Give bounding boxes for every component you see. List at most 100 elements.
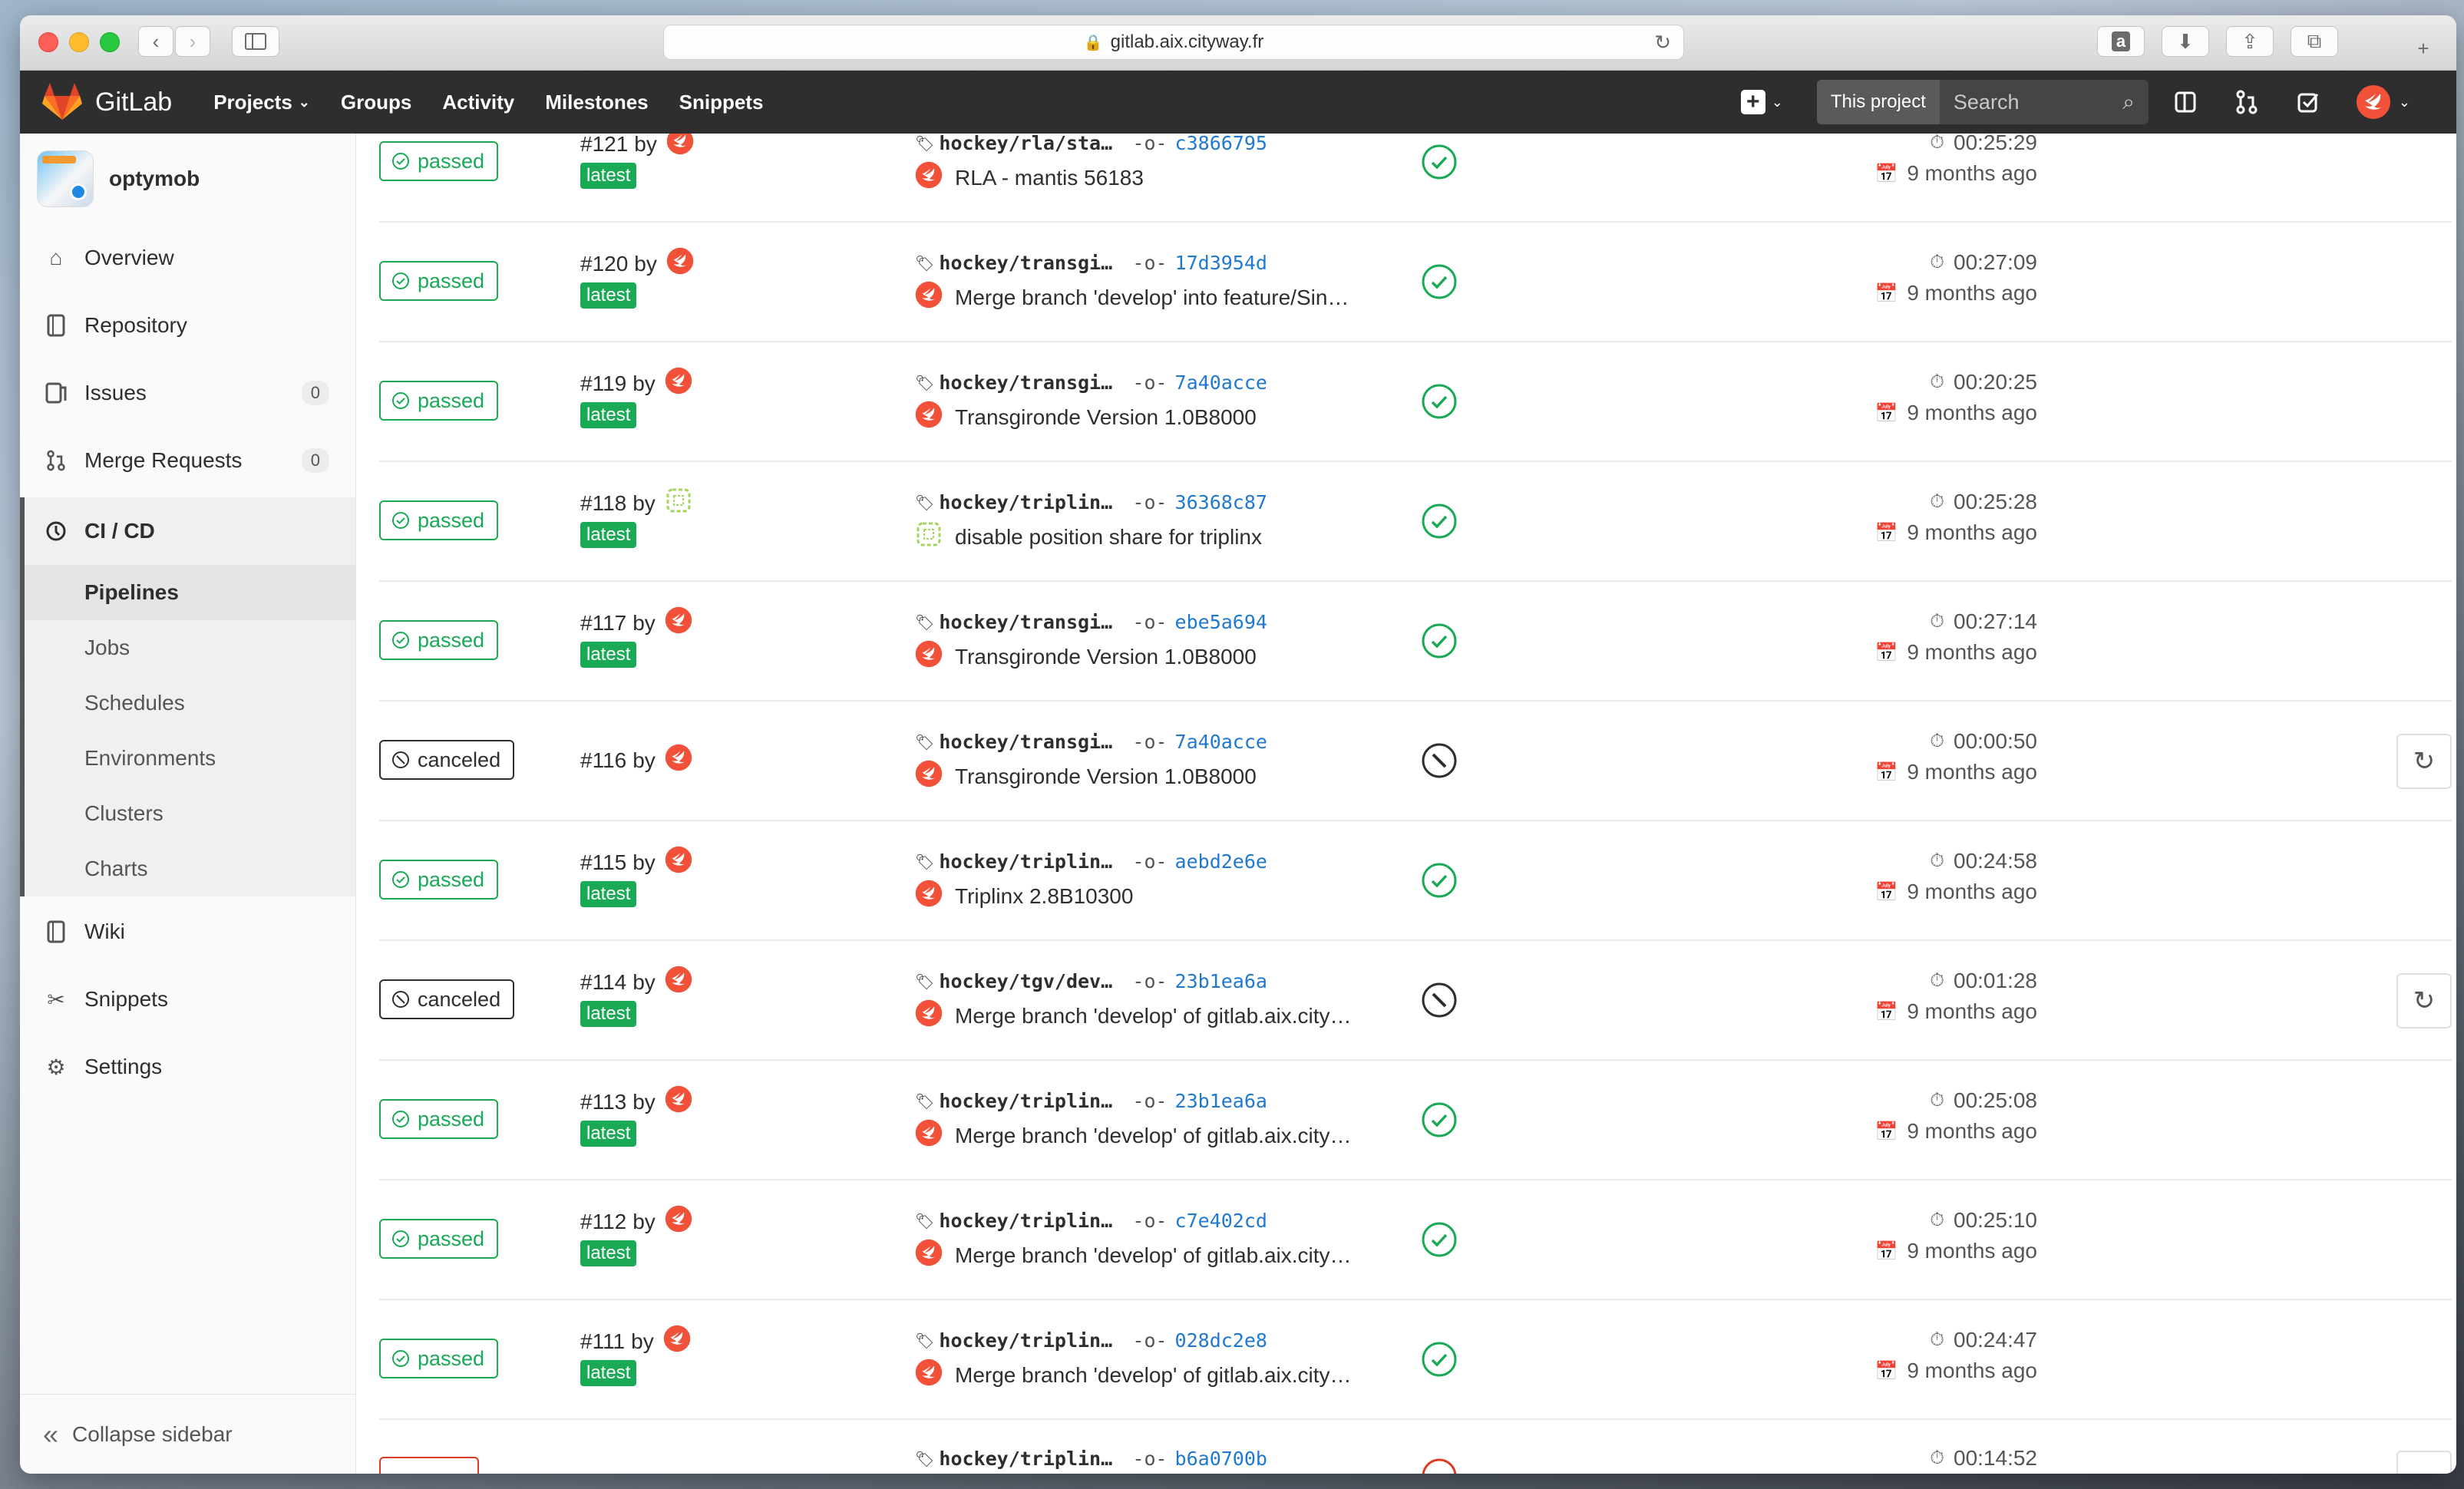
stage-status-icon[interactable]	[1422, 384, 1457, 423]
pipeline-id-link[interactable]: #111	[580, 1329, 625, 1354]
commit-sha-link[interactable]: 36368c87	[1175, 491, 1267, 513]
ref-name-link[interactable]: hockey/transgi…	[939, 252, 1120, 274]
stage-status-icon[interactable]	[1422, 623, 1457, 662]
commit-sha-link[interactable]: 028dc2e8	[1175, 1329, 1267, 1352]
commit-sha-link[interactable]: c7e402cd	[1175, 1210, 1267, 1232]
commit-sha-link[interactable]: 17d3954d	[1175, 252, 1267, 274]
pipeline-id-link[interactable]: #113	[580, 1090, 626, 1114]
stage-status-icon[interactable]	[1422, 264, 1457, 303]
pipeline-id-link[interactable]: #120	[580, 252, 628, 276]
avatar[interactable]	[915, 161, 943, 194]
collapse-sidebar-button[interactable]: « Collapse sidebar	[20, 1394, 355, 1474]
status-badge[interactable]: canceled	[379, 979, 515, 1019]
forward-button[interactable]: ›	[175, 26, 210, 57]
sidebar-item-cicd[interactable]: CI / CD	[25, 497, 355, 565]
sidebar-subitem-clusters[interactable]: Clusters	[25, 786, 355, 841]
search-scope-label[interactable]: This project	[1816, 80, 1940, 124]
new-dropdown-button[interactable]: + ⌄	[1740, 90, 1783, 114]
amazon-extension-button[interactable]: a	[2097, 26, 2145, 57]
commit-title-link[interactable]: Merge branch 'develop' of gitlab.aix.cit…	[955, 1124, 1352, 1148]
merge-requests-icon[interactable]	[2233, 88, 2261, 116]
back-button[interactable]: ‹	[138, 26, 173, 57]
avatar[interactable]	[665, 487, 692, 520]
avatar[interactable]	[915, 640, 943, 673]
avatar[interactable]	[915, 1239, 943, 1272]
pipeline-id-link[interactable]: #112	[580, 1210, 626, 1234]
sidebar-subitem-charts[interactable]: Charts	[25, 841, 355, 896]
ref-name-link[interactable]: hockey/triplin…	[939, 1090, 1120, 1112]
avatar[interactable]	[665, 1085, 692, 1118]
commit-title-link[interactable]: Transgironde Version 1.0B8000	[955, 405, 1257, 430]
avatar[interactable]	[665, 367, 692, 400]
ref-name-link[interactable]: hockey/transgi…	[939, 731, 1120, 753]
ref-name-link[interactable]: hockey/triplin…	[939, 850, 1120, 873]
sidebar-item-overview[interactable]: ⌂ Overview	[20, 224, 355, 292]
ref-name-link[interactable]: hockey/rla/sta…	[939, 134, 1120, 154]
pipeline-id-link[interactable]: #121	[580, 134, 628, 157]
avatar[interactable]	[915, 1119, 943, 1152]
todos-icon[interactable]	[2294, 88, 2322, 116]
pipeline-id-link[interactable]: #116	[580, 748, 626, 773]
user-menu[interactable]: ⌄	[2356, 84, 2410, 120]
avatar[interactable]	[665, 846, 692, 879]
pipeline-id-link[interactable]: #115	[580, 850, 626, 875]
avatar[interactable]	[915, 999, 943, 1032]
status-badge[interactable]	[379, 1457, 479, 1474]
commit-sha-link[interactable]: c3866795	[1175, 134, 1267, 154]
status-badge[interactable]: passed	[379, 1339, 499, 1378]
stage-status-icon[interactable]	[1422, 1222, 1457, 1261]
stage-status-icon[interactable]	[1422, 503, 1457, 543]
sidebar-toggle-button[interactable]	[232, 26, 279, 57]
avatar[interactable]	[666, 134, 694, 160]
ref-name-link[interactable]: hockey/tgv/dev…	[939, 970, 1120, 992]
nav-milestones[interactable]: Milestones	[545, 91, 648, 114]
avatar[interactable]	[665, 606, 692, 639]
sidebar-subitem-environments[interactable]: Environments	[25, 731, 355, 786]
nav-snippets[interactable]: Snippets	[679, 91, 764, 114]
status-badge[interactable]: canceled	[379, 740, 515, 780]
avatar[interactable]	[666, 247, 694, 280]
commit-sha-link[interactable]: 7a40acce	[1175, 371, 1267, 394]
reload-icon[interactable]: ↻	[1654, 31, 1671, 54]
pipeline-id-link[interactable]: #114	[580, 970, 626, 995]
ref-name-link[interactable]: hockey/triplin…	[939, 1210, 1120, 1232]
avatar[interactable]	[915, 281, 943, 314]
commit-sha-link[interactable]: aebd2e6e	[1175, 850, 1267, 873]
stage-status-icon[interactable]	[1422, 144, 1457, 183]
avatar[interactable]	[915, 880, 943, 913]
ref-name-link[interactable]: hockey/triplin…	[939, 491, 1120, 513]
commit-title-link[interactable]: Merge branch 'develop' of gitlab.aix.cit…	[955, 1363, 1352, 1388]
sidebar-subitem-jobs[interactable]: Jobs	[25, 620, 355, 675]
commit-title-link[interactable]: Triplinx 2.8B10300	[955, 884, 1133, 909]
stage-status-icon[interactable]	[1422, 863, 1457, 902]
nav-projects[interactable]: Projects ⌄	[213, 91, 310, 114]
minimize-window-button[interactable]	[69, 32, 89, 52]
retry-button[interactable]	[2396, 1451, 2452, 1474]
avatar[interactable]	[915, 760, 943, 793]
sidebar-item-issues[interactable]: Issues 0	[20, 359, 355, 427]
commit-sha-link[interactable]: 23b1ea6a	[1175, 1090, 1267, 1112]
status-badge[interactable]: passed	[379, 261, 499, 301]
sidebar-subitem-pipelines[interactable]: Pipelines	[25, 565, 355, 620]
commit-sha-link[interactable]: b6a0700b	[1175, 1448, 1267, 1470]
sidebar-item-wiki[interactable]: Wiki	[20, 898, 355, 966]
sidebar-panel-icon[interactable]	[2172, 88, 2199, 116]
avatar[interactable]	[915, 520, 943, 553]
address-bar[interactable]: 🔒 gitlab.aix.cityway.fr ↻	[663, 25, 1684, 60]
tabs-overview-button[interactable]: ⧉	[2291, 26, 2338, 57]
status-badge[interactable]: passed	[379, 141, 499, 181]
stage-status-icon[interactable]	[1422, 1458, 1457, 1474]
pipeline-id-link[interactable]: #118	[580, 491, 626, 516]
pipeline-id-link[interactable]: #119	[580, 371, 626, 396]
commit-title-link[interactable]: Merge branch 'develop' of gitlab.aix.cit…	[955, 1004, 1352, 1028]
commit-title-link[interactable]: disable position share for triplinx	[955, 525, 1262, 550]
commit-title-link[interactable]: Merge branch 'develop' into feature/Sin…	[955, 286, 1349, 310]
commit-sha-link[interactable]: ebe5a694	[1175, 611, 1267, 633]
commit-title-link[interactable]: Merge branch 'develop' of gitlab.aix.cit…	[955, 1243, 1352, 1268]
avatar[interactable]	[915, 1359, 943, 1392]
status-badge[interactable]: passed	[379, 1099, 499, 1139]
zoom-window-button[interactable]	[100, 32, 120, 52]
stage-status-icon[interactable]	[1422, 1342, 1457, 1381]
avatar[interactable]	[663, 1325, 691, 1358]
close-window-button[interactable]	[38, 32, 58, 52]
